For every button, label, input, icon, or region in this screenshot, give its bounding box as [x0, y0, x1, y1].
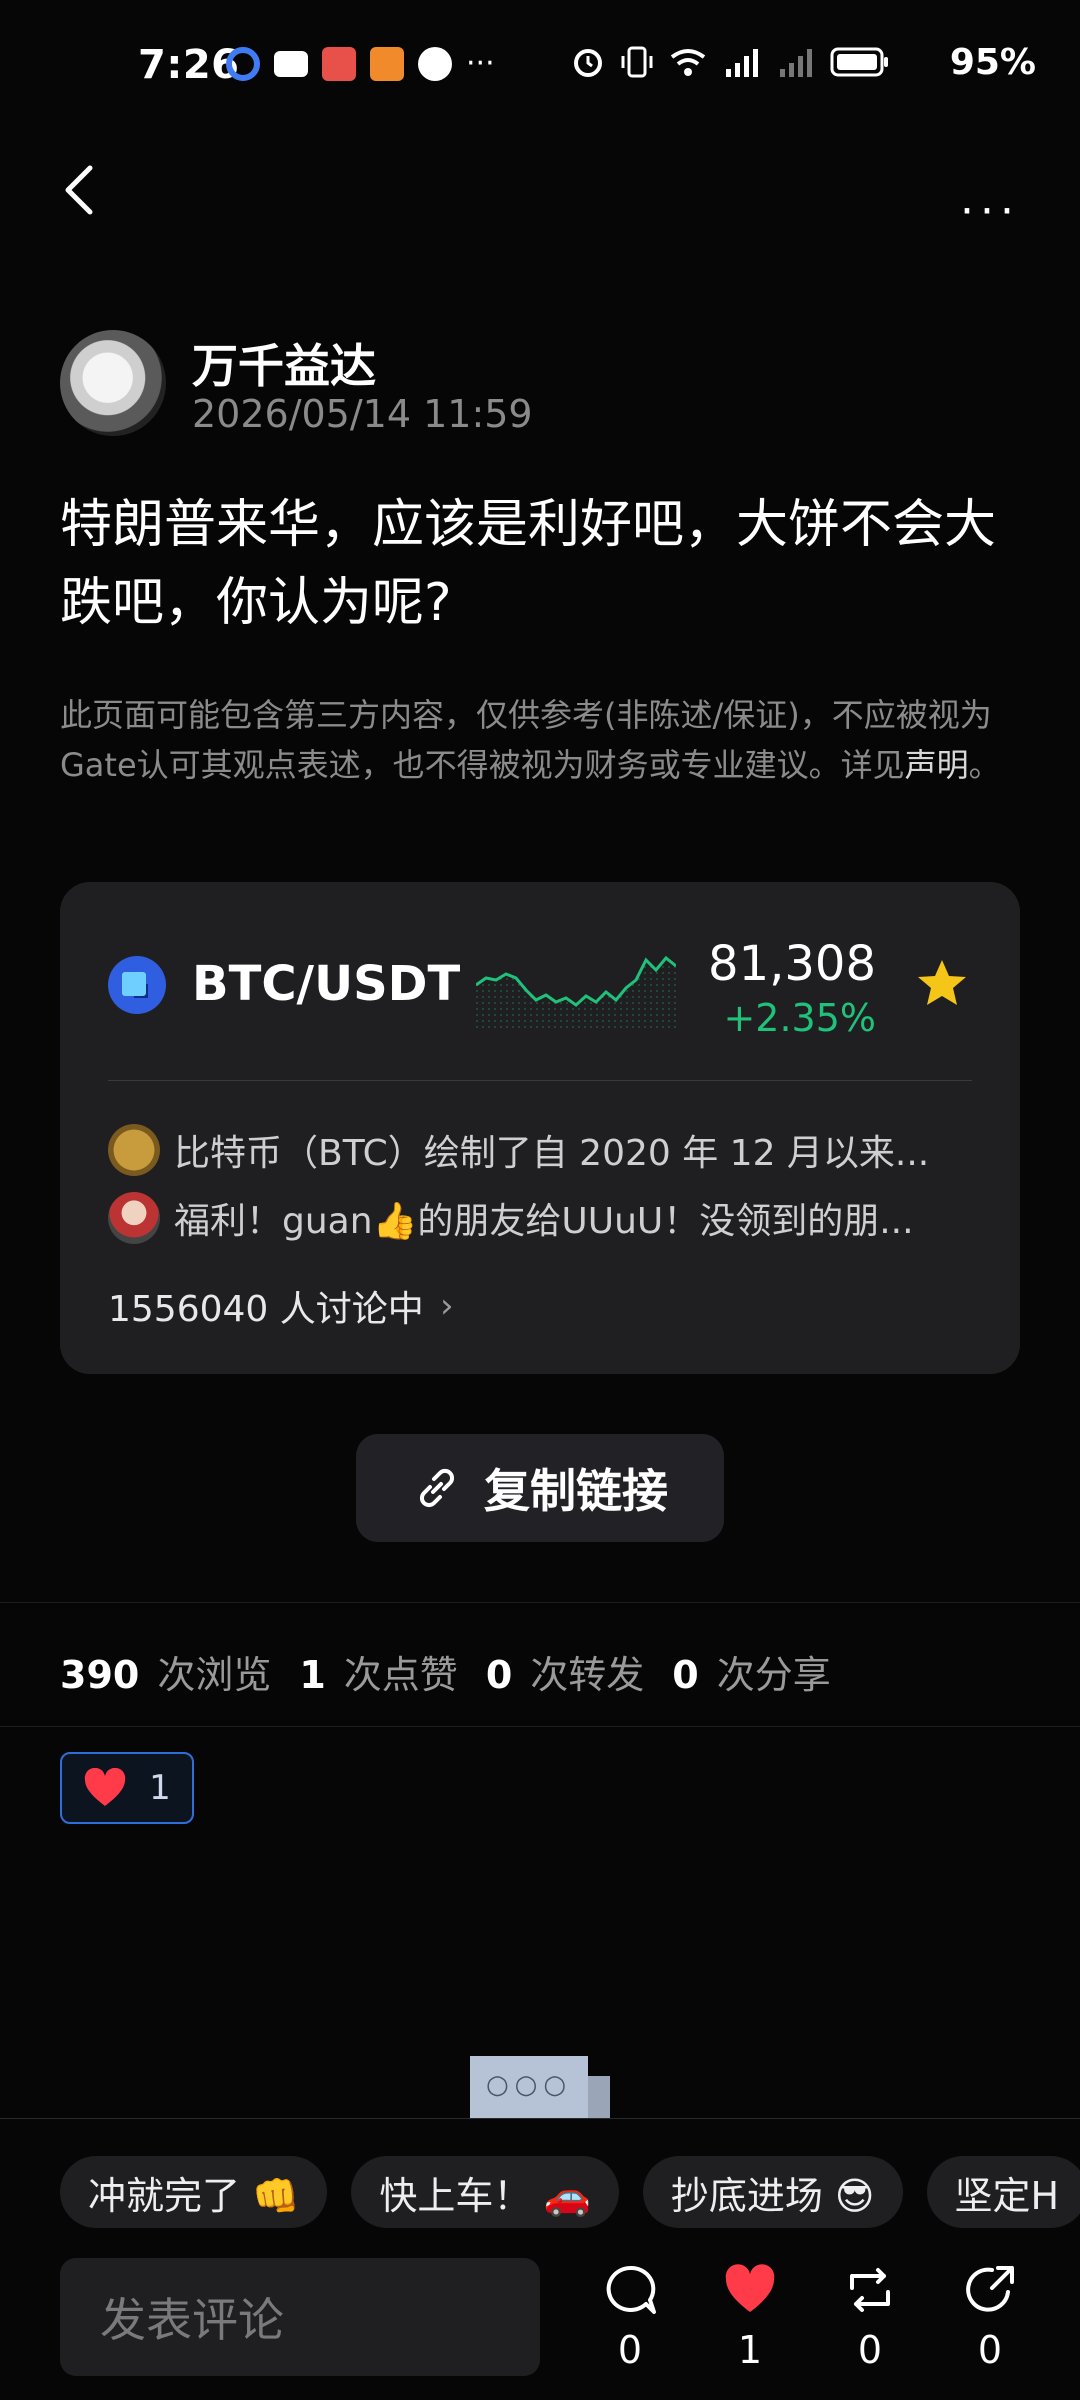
price-change: +2.35%: [723, 996, 876, 1040]
post-timestamp: 2026/05/14 11:59: [192, 392, 533, 436]
share-action[interactable]: 0: [950, 2262, 1030, 2372]
reaction-count: 1: [149, 1768, 171, 1808]
likes-label: 次点赞: [343, 1653, 458, 1697]
coin-logo-icon: [108, 956, 166, 1014]
chevron-right-icon[interactable]: ›: [440, 1286, 454, 1326]
repost-count: 0: [857, 2328, 883, 2372]
quick-reply-chip[interactable]: 坚定H: [926, 2156, 1080, 2228]
disclaimer-suffix: 。: [968, 746, 1001, 784]
heart-reaction-chip[interactable]: 1: [60, 1752, 194, 1824]
wifi-icon: [670, 49, 706, 76]
disclaimer: 此页面可能包含第三方内容，仅供参考(非陈述/保证)，不应被视为Gate认可其观点…: [60, 690, 1020, 790]
bitcoin-avatar-icon: [108, 1124, 160, 1176]
alarm-icon: [574, 49, 602, 77]
like-action[interactable]: 1: [710, 2262, 790, 2372]
loading-indicator-tab: [588, 2076, 610, 2118]
signal-2-icon: [780, 49, 812, 77]
author-name[interactable]: 万千益达: [192, 330, 376, 396]
quick-reply-chip[interactable]: 冲就完了 👊: [60, 2156, 328, 2228]
repost-action[interactable]: 0: [830, 2262, 910, 2372]
favorite-star-icon[interactable]: [914, 956, 970, 1012]
price-sparkline: [476, 955, 676, 1030]
orange-app-icon: [370, 46, 404, 81]
loading-dots-icon: ○○○: [485, 2070, 573, 2100]
post-text: 特朗普来华，应该是利好吧，大饼不会大跌吧，你认为呢?: [60, 495, 997, 633]
news-item[interactable]: 福利！guan👍的朋友给UUuU！没领到的朋...: [108, 1192, 972, 1244]
divider: [0, 1726, 1080, 1727]
heart-icon: [725, 2264, 775, 2312]
disclaimer-text: 此页面可能包含第三方内容，仅供参考(非陈述/保证)，不应被视为Gate认可其观点…: [60, 696, 992, 784]
mail-icon: [274, 50, 308, 77]
share-icon: [966, 2266, 1014, 2312]
system-icons: [570, 44, 890, 80]
author-avatar[interactable]: [60, 330, 166, 436]
battery-icon: [830, 47, 888, 77]
status-time: 7:26: [138, 42, 240, 88]
comment-input[interactable]: 发表评论: [60, 2258, 540, 2376]
notification-icons: ···: [226, 46, 495, 81]
more-options-icon[interactable]: ···: [960, 186, 1020, 237]
likes-count: 1: [299, 1653, 326, 1697]
reposts-label: 次转发: [530, 1653, 645, 1697]
price: 81,308: [708, 936, 876, 992]
repost-icon: [850, 2268, 890, 2312]
trading-pair[interactable]: BTC/USDT: [192, 956, 460, 1012]
share-count: 0: [977, 2328, 1003, 2372]
quick-reply-chips: 冲就完了 👊 快上车！ 🚗 抄底进场 😎 坚定H: [60, 2156, 1080, 2228]
news-text: 比特币（BTC）绘制了自 2020 年 12 月以来...: [174, 1133, 930, 1174]
views-count: 390: [60, 1653, 140, 1697]
news-text: 福利！guan👍的朋友给UUuU！没领到的朋...: [174, 1201, 914, 1242]
more-notifications-icon: ···: [466, 46, 495, 81]
quick-reply-chip[interactable]: 抄底进场 😎: [642, 2156, 903, 2228]
like-count: 1: [737, 2328, 763, 2372]
shares-label: 次分享: [716, 1653, 831, 1697]
quick-reply-chip[interactable]: 快上车！ 🚗: [351, 2156, 619, 2228]
heart-icon: [84, 1768, 126, 1806]
signal-icon: [726, 49, 758, 77]
copy-link-button[interactable]: 复制链接: [356, 1434, 724, 1542]
link-icon: [419, 1468, 455, 1508]
wechat-icon: [418, 46, 452, 81]
divider: [0, 2118, 1080, 2119]
comment-count: 0: [617, 2328, 643, 2372]
google-icon: [226, 46, 260, 81]
discussion-count[interactable]: 1556040 人讨论中: [108, 1280, 424, 1332]
reposts-count: 0: [485, 1653, 513, 1697]
post-stats: 390 次浏览 1 次点赞 0 次转发 0 次分享: [60, 1644, 841, 1699]
news-item[interactable]: 比特币（BTC）绘制了自 2020 年 12 月以来...: [108, 1124, 972, 1176]
back-arrow-icon[interactable]: [60, 160, 100, 220]
disclaimer-link[interactable]: 声明: [905, 746, 969, 784]
shares-count: 0: [672, 1653, 699, 1697]
divider: [0, 1602, 1080, 1603]
comment-action[interactable]: 0: [590, 2262, 670, 2372]
battery-percent: 95%: [949, 42, 1036, 83]
copy-link-label: 复制链接: [484, 1464, 668, 1518]
comment-bubble-icon: [606, 2265, 656, 2314]
shop-app-icon: [322, 46, 356, 81]
card-divider: [108, 1080, 972, 1081]
user-avatar-icon: [108, 1192, 160, 1244]
vibrate-icon: [621, 46, 653, 78]
views-label: 次浏览: [157, 1653, 272, 1697]
